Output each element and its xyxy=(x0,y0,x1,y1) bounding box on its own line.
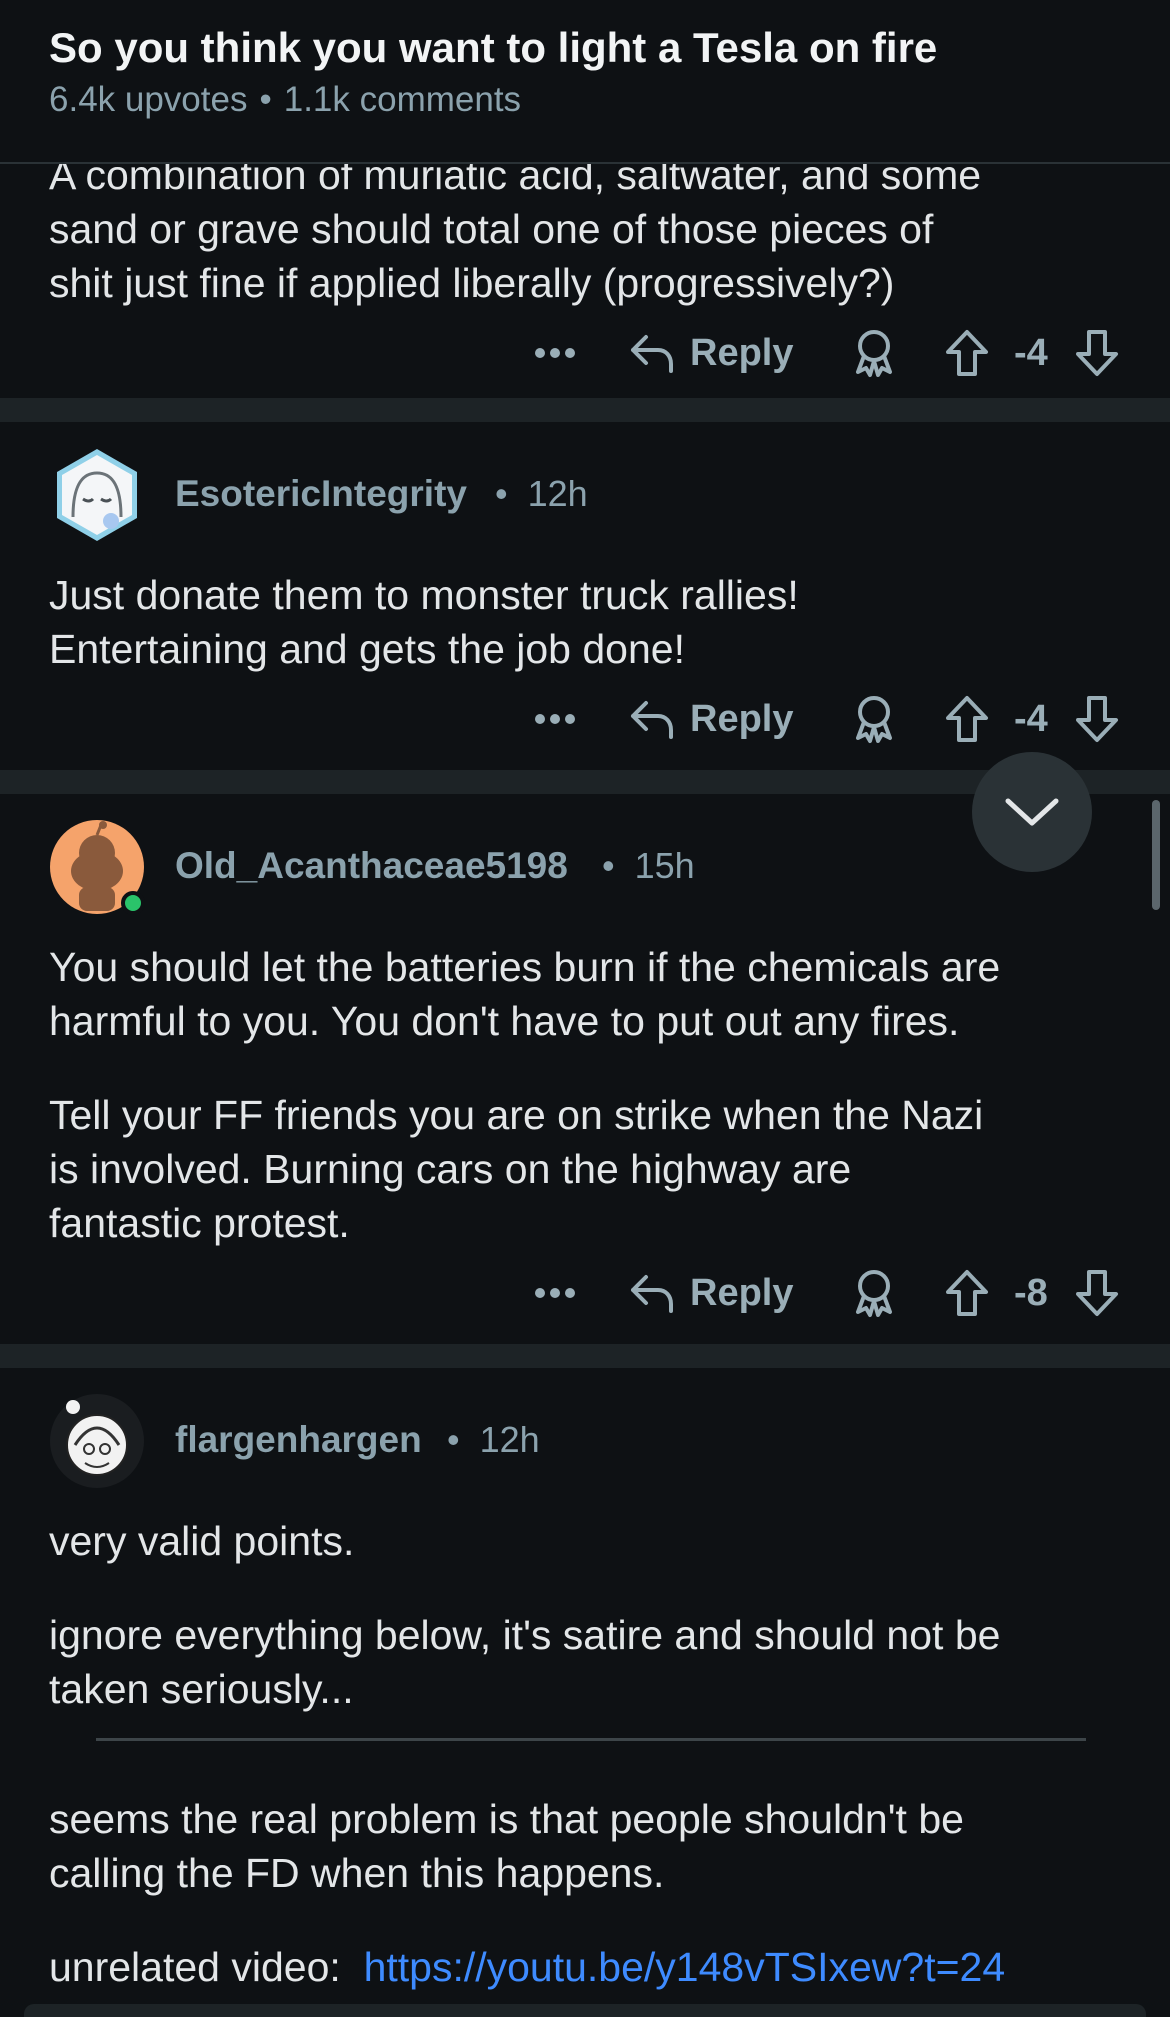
video-link[interactable]: https://youtu.be/y148vTSIxew?t=24 xyxy=(364,1944,1006,1990)
reply-label: Reply xyxy=(690,331,794,374)
upvote-arrow-icon[interactable] xyxy=(944,689,990,749)
bottom-sheet-edge xyxy=(24,2004,1146,2017)
award-icon[interactable] xyxy=(852,689,896,749)
comment: Old_Acanthaceae5198 • 15h You should let… xyxy=(0,794,1170,1344)
reply-label: Reply xyxy=(690,1271,794,1314)
comment-line: Entertaining and gets the job done! xyxy=(49,626,685,672)
upvote-arrow-icon[interactable] xyxy=(944,323,990,383)
timestamp: 15h xyxy=(634,845,695,886)
comment: EsotericIntegrity • 12h Just donate them… xyxy=(0,422,1170,770)
comment-body: Just donate them to monster truck rallie… xyxy=(49,568,1139,676)
vote-score: -4 xyxy=(1014,697,1048,740)
comment-time: • 12h xyxy=(495,473,588,515)
reply-arrow-icon xyxy=(631,701,673,739)
scrollbar[interactable] xyxy=(1152,800,1160,910)
comment-author-row: flargenhargen • 12h xyxy=(0,1393,1170,1489)
comment-actions: Reply -4 xyxy=(0,323,1170,383)
downvote-arrow-icon[interactable] xyxy=(1074,1263,1120,1323)
online-status-indicator xyxy=(121,891,145,915)
avatar[interactable] xyxy=(49,819,145,915)
comment-time: • 15h xyxy=(602,845,695,887)
comment-line: Just donate them to monster truck rallie… xyxy=(49,572,799,618)
more-options-icon[interactable] xyxy=(534,1263,576,1323)
comment: flargenhargen • 12h very valid points. i… xyxy=(0,1368,1170,2017)
comment-body: very valid points. ignore everything bel… xyxy=(49,1514,1139,1994)
reply-button[interactable]: Reply xyxy=(628,1263,793,1323)
comment-actions: Reply -4 xyxy=(0,689,1170,749)
more-options-icon[interactable] xyxy=(534,323,576,383)
comment-line: is involved. Burning cars on the highway… xyxy=(49,1146,852,1192)
timestamp: 12h xyxy=(527,473,588,514)
reply-arrow-icon xyxy=(631,1275,673,1313)
downvote-arrow-icon[interactable] xyxy=(1074,323,1120,383)
comment-line: taken seriously... xyxy=(49,1666,354,1712)
comment-time: • 12h xyxy=(447,1419,540,1461)
meta-separator: • xyxy=(602,845,615,886)
comment-line-with-link: unrelated video: https://youtu.be/y148vT… xyxy=(49,1940,1139,1994)
reply-button[interactable]: Reply xyxy=(628,323,793,383)
meta-separator: • xyxy=(447,1419,460,1460)
comment-line: shit just fine if applied liberally (pro… xyxy=(49,260,895,306)
collapse-button[interactable] xyxy=(972,752,1092,872)
award-icon[interactable] xyxy=(852,1263,896,1323)
comment-line: Tell your FF friends you are on strike w… xyxy=(49,1092,984,1138)
upvote-count: 6.4k upvotes xyxy=(49,80,248,119)
link-prefix: unrelated video: xyxy=(49,1944,341,1990)
username[interactable]: EsotericIntegrity xyxy=(175,473,467,515)
comment-line: You should let the batteries burn if the… xyxy=(49,944,1001,990)
comment-line: very valid points. xyxy=(49,1518,355,1564)
avatar[interactable] xyxy=(49,1393,145,1489)
more-options-icon[interactable] xyxy=(534,689,576,749)
post-title[interactable]: So you think you want to light a Tesla o… xyxy=(49,24,937,72)
comment-author-row: EsotericIntegrity • 12h xyxy=(0,447,1170,543)
comment-separator xyxy=(0,1344,1170,1368)
post-header: So you think you want to light a Tesla o… xyxy=(0,0,1170,164)
avatar[interactable] xyxy=(49,447,145,543)
vote-score: -4 xyxy=(1014,331,1048,374)
comment-line: calling the FD when this happens. xyxy=(49,1850,665,1896)
username[interactable]: flargenhargen xyxy=(175,1419,422,1461)
comment-line: ignore everything below, it's satire and… xyxy=(49,1612,1001,1658)
post-meta: 6.4k upvotes • 1.1k comments xyxy=(49,80,521,120)
comment-body: A combination of muriatic acid, saltwate… xyxy=(49,148,1139,310)
comment-count: 1.1k comments xyxy=(283,80,522,119)
upvote-arrow-icon[interactable] xyxy=(944,1263,990,1323)
comment-body: You should let the batteries burn if the… xyxy=(49,940,1139,1250)
comment-line: fantastic protest. xyxy=(49,1200,350,1246)
chevron-down-icon xyxy=(1005,798,1059,826)
reply-arrow-icon xyxy=(631,335,673,373)
vote-score: -8 xyxy=(1014,1271,1048,1314)
comment-line: sand or grave should total one of those … xyxy=(49,206,934,252)
award-icon[interactable] xyxy=(852,323,896,383)
reply-button[interactable]: Reply xyxy=(628,689,793,749)
downvote-arrow-icon[interactable] xyxy=(1074,689,1120,749)
comment-actions: Reply -8 xyxy=(0,1263,1170,1323)
comment: A combination of muriatic acid, saltwate… xyxy=(0,152,1170,398)
reply-label: Reply xyxy=(690,697,794,740)
horizontal-rule xyxy=(96,1738,1086,1741)
timestamp: 12h xyxy=(479,1419,540,1460)
comment-line: seems the real problem is that people sh… xyxy=(49,1796,964,1842)
meta-separator: • xyxy=(495,473,508,514)
comment-separator xyxy=(0,398,1170,422)
comment-line: harmful to you. You don't have to put ou… xyxy=(49,998,960,1044)
username[interactable]: Old_Acanthaceae5198 xyxy=(175,845,568,887)
meta-separator: • xyxy=(259,80,272,119)
